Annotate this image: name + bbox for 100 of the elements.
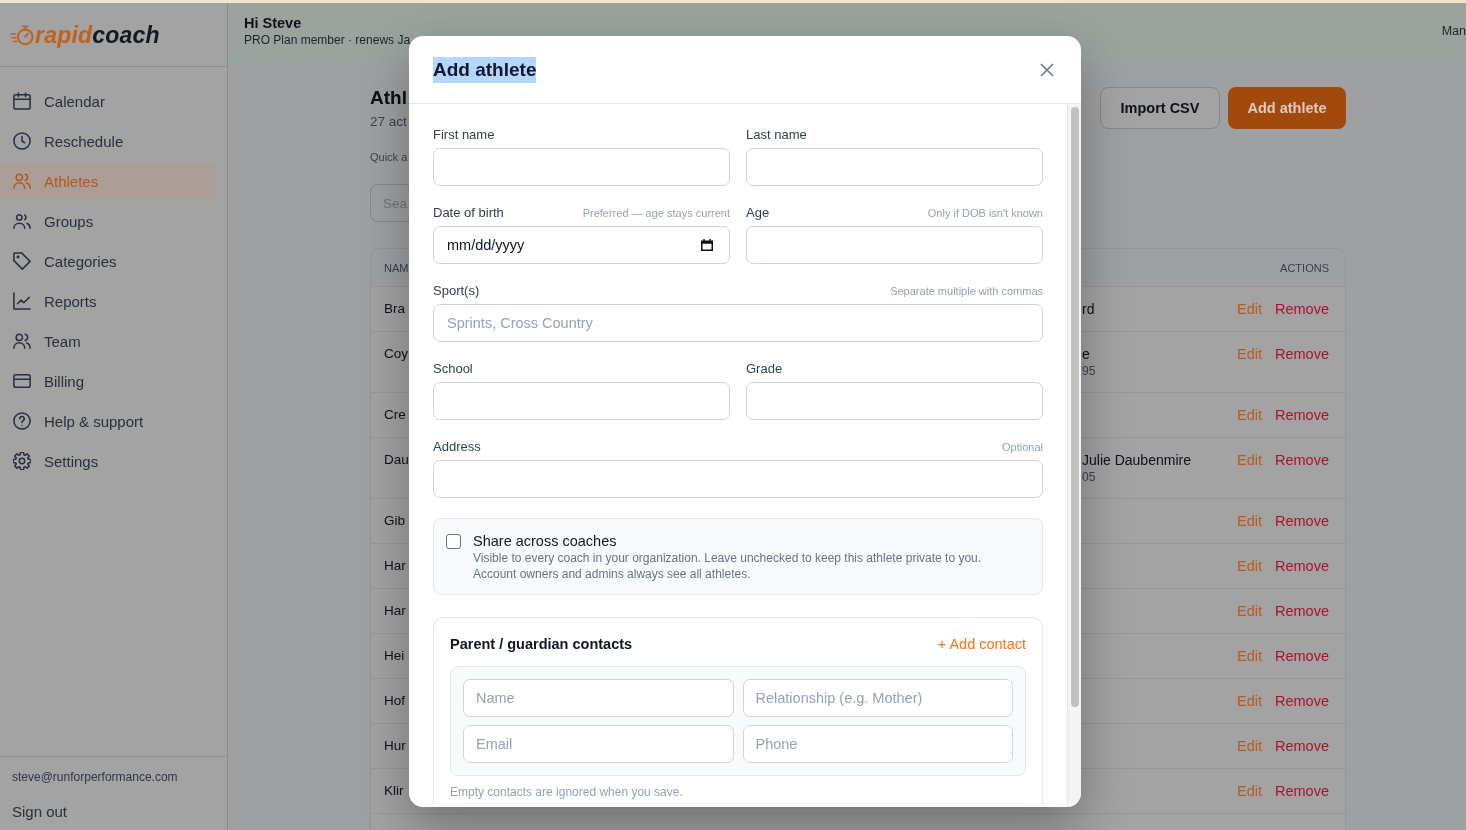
field-hint: Optional [1002,440,1043,454]
input-field[interactable] [433,382,730,420]
edit-link[interactable]: Edit [1237,300,1262,318]
close-icon [1040,62,1054,77]
table-cell-text: Har [384,557,407,575]
section-label: Quick a [370,150,408,164]
table-cell: Julie Daubenmire [1082,451,1191,469]
edit-link[interactable]: Edit [1237,345,1262,363]
table-cell-text: Klir [384,782,405,800]
sidebar-item[interactable]: Help & support [0,403,215,439]
input-field[interactable]: Relationship (e.g. Mother) [742,679,1013,717]
edit-link[interactable]: Edit [1237,782,1262,800]
remove-link[interactable]: Remove [1275,300,1329,318]
edit-link[interactable]: Edit [1237,647,1262,665]
column-header: NAM [384,261,409,274]
calendar-icon [701,239,713,251]
calendar-icon [13,92,31,110]
add-athlete-button[interactable]: Add athlete [1228,87,1346,129]
clock-icon [13,132,31,150]
sign-out-link[interactable]: Sign out [12,802,68,822]
edit-link[interactable]: Edit [1237,406,1262,424]
field-label: School [433,361,473,377]
input-field[interactable]: Email [463,725,734,763]
remove-link[interactable]: Remove [1275,406,1329,424]
sidebar-item[interactable]: Team [0,323,215,359]
table-cell-text: Har [384,602,407,620]
account-email: steve@runforperformance.com [12,769,178,785]
remove-link[interactable]: Remove [1275,451,1329,469]
input-field[interactable]: Name [463,679,734,717]
credit-card-icon [13,372,31,390]
remove-link[interactable]: Remove [1275,345,1329,363]
table-cell: 95 [1082,363,1096,379]
field-hint: Separate multiple with commas [890,284,1043,298]
remove-link[interactable]: Remove [1275,647,1329,665]
table-cell-text: Gib [384,512,406,530]
edit-link[interactable]: Edit [1237,512,1262,530]
table-cell-text: Hur [384,737,407,755]
input-field[interactable] [746,226,1043,264]
remove-link[interactable]: Remove [1275,782,1329,800]
field-hint: Preferred — age stays current [582,206,730,220]
table-cell-text: Hei [384,647,406,665]
field-label: First name [433,127,495,143]
edit-link[interactable]: Edit [1237,602,1262,620]
scrollbar-thumb[interactable] [1071,107,1079,707]
field-label: Grade [746,361,783,377]
users-icon [13,332,31,350]
sidebar-item[interactable]: Athletes [0,163,215,199]
users-icon [13,172,31,190]
tag-icon [13,252,31,270]
plan-status: PRO Plan member · renews Ja [244,32,411,48]
table-cell-text: Cre [384,406,407,424]
edit-link[interactable]: Edit [1237,451,1262,469]
line-chart-icon [13,292,31,310]
sidebar-item[interactable]: Calendar [0,83,215,119]
sidebar-item[interactable]: Groups [0,203,215,239]
table-cell: 05 [1082,469,1096,485]
remove-link[interactable]: Remove [1275,512,1329,530]
share-checkbox[interactable] [446,534,461,549]
table-cell: Dau [384,451,409,469]
remove-link[interactable]: Remove [1275,557,1329,575]
import-csv-button[interactable]: Import CSV [1100,87,1220,129]
section-title: Parent / guardian contacts [450,636,633,652]
add-contact-link[interactable]: + Add contact [937,636,1026,652]
edit-link[interactable]: Edit [1237,692,1262,710]
input-field[interactable] [746,382,1043,420]
remove-link[interactable]: Remove [1275,602,1329,620]
header-text: Man [1441,24,1466,38]
field-label: Address [433,439,481,455]
greeting: Hi Steve [244,14,302,32]
table-cell-text: Hof [384,692,406,710]
table-cell: Coy [384,345,409,363]
sidebar-item[interactable]: Billing [0,363,215,399]
edit-link[interactable]: Edit [1237,737,1262,755]
table-cell-text: Bra [384,300,406,318]
sidebar-item[interactable]: Reschedule [0,123,215,159]
input-field[interactable]: Phone [742,725,1013,763]
field-label: Last name [746,127,807,143]
close-button[interactable] [1040,62,1054,77]
field-label: Sport(s) [433,283,480,299]
input-field[interactable] [746,148,1043,186]
remove-link[interactable]: Remove [1275,692,1329,710]
checkbox-description: Visible to every coach in your organization. Leave unchecked to keep this athlete private to you. Account owners and admins always see all athletes. [473,550,983,582]
checkbox-label: Share across coaches [473,532,617,550]
input-field[interactable] [433,148,730,186]
remove-link[interactable]: Remove [1275,737,1329,755]
helper-text: Empty contacts are ignored when you save. [450,784,684,800]
date-field[interactable]: mm/dd/yyyy [433,226,730,264]
edit-link[interactable]: Edit [1237,557,1262,575]
input-field[interactable]: Sprints, Cross Country [433,304,1043,342]
settings-icon [13,452,31,470]
users-icon [13,212,31,230]
logo-wordmark: rapidcoach [35,21,160,48]
sidebar-item[interactable]: Categories [0,243,215,279]
sidebar-item[interactable]: Settings [0,443,215,479]
sidebar-item[interactable]: Reports [0,283,215,319]
page-subtitle: 27 act [370,113,407,131]
input-field[interactable] [433,460,1043,498]
help-icon [13,412,31,430]
scrollbar[interactable] [1067,104,1081,807]
table-cell: rd [1082,300,1095,318]
